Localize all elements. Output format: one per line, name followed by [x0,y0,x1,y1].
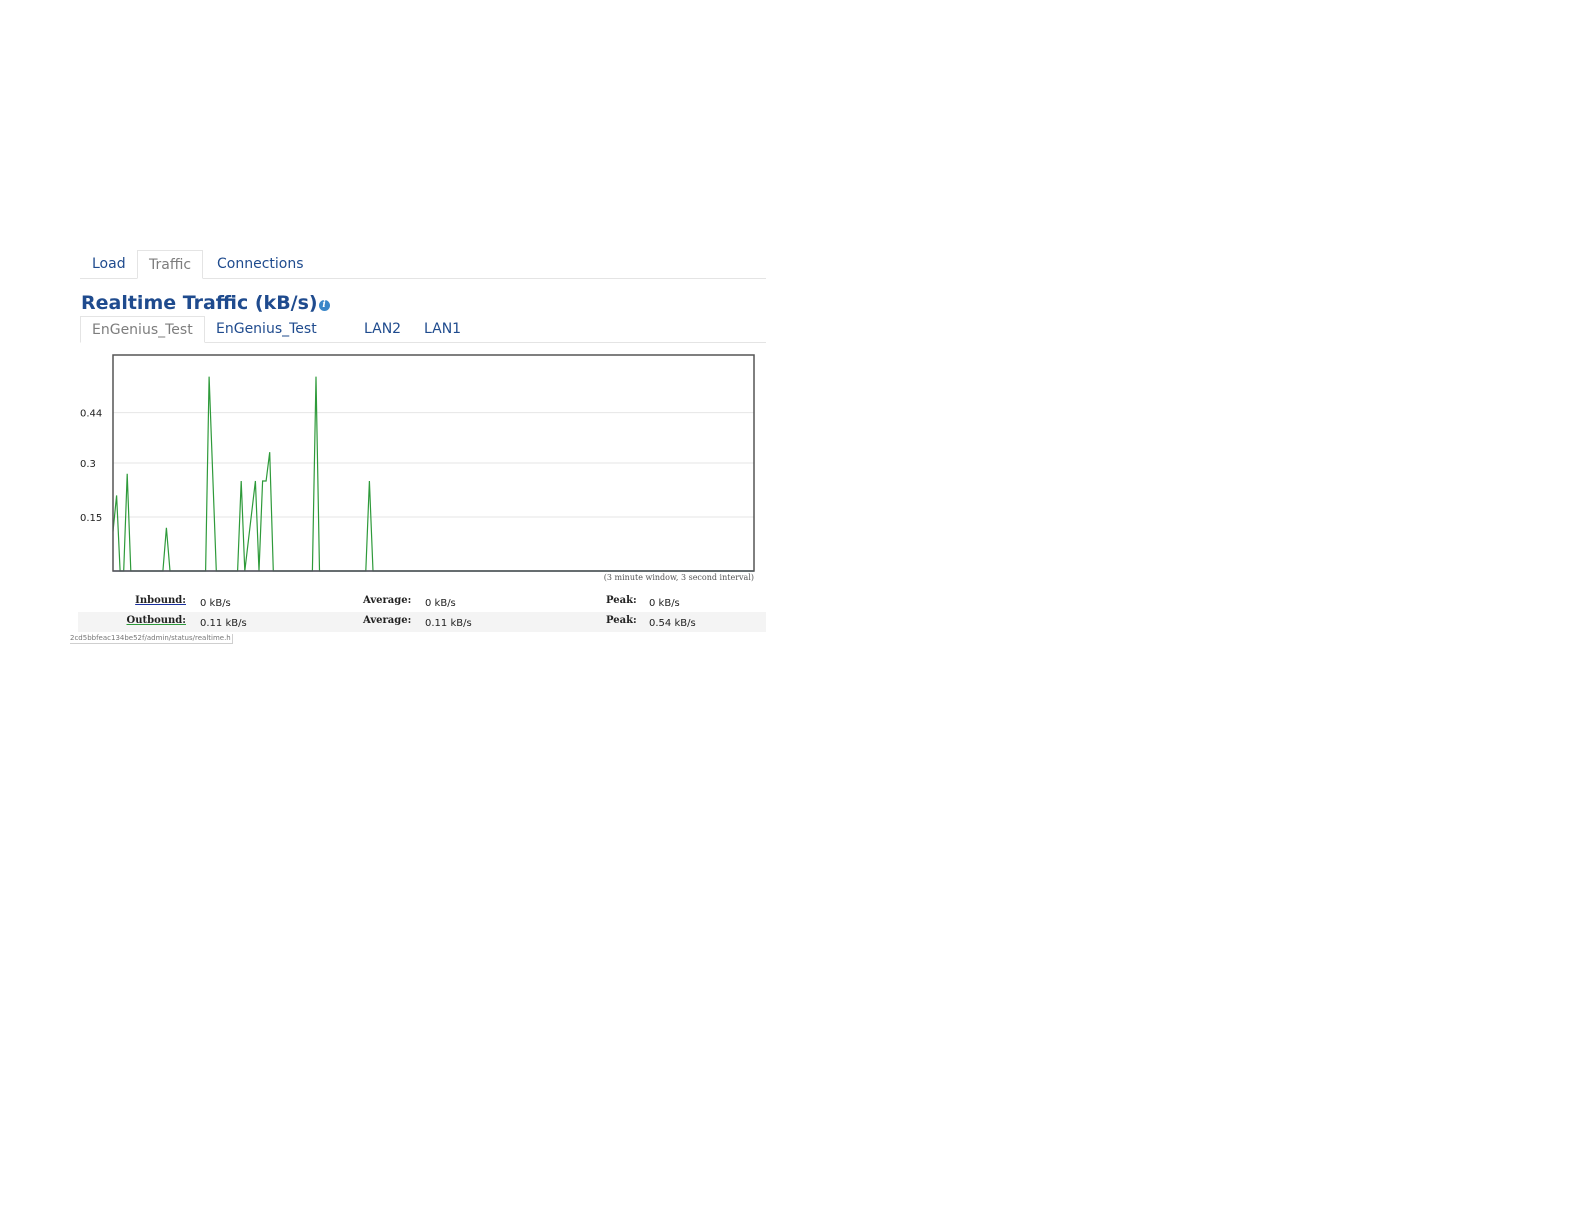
inbound-average-value: 0 kB/s [425,598,456,609]
tab-interface-engenius-test-2[interactable]: EnGenius_Test [216,316,317,342]
tab-traffic[interactable]: Traffic [137,250,204,279]
tab-interface-lan1[interactable]: LAN1 [424,316,461,342]
inbound-current-value: 0 kB/s [200,598,231,609]
realtime-traffic-chart: 0.44 0.3 0.15 (3 minute window, 3 second in… [80,354,755,582]
inbound-peak-value: 0 kB/s [649,598,680,609]
inbound-label: Inbound: [135,595,186,606]
outbound-current-value: 0.11 kB/s [200,618,247,629]
y-tick-label-1: 0.3 [80,459,96,470]
page: Load Traffic Connections Realtime Traffi… [0,0,1584,1224]
traffic-stats: Inbound: 0 kB/s Average: 0 kB/s Peak: 0 … [78,592,766,632]
inbound-stats-row: Inbound: 0 kB/s Average: 0 kB/s Peak: 0 … [78,592,766,612]
outbound-average-value: 0.11 kB/s [425,618,472,629]
outbound-label: Outbound: [126,615,187,626]
outbound-peak-value: 0.54 kB/s [649,618,696,629]
top-tab-bar: Load Traffic Connections [80,250,766,279]
outbound-stats-row: Outbound: 0.11 kB/s Average: 0.11 kB/s P… [78,612,766,632]
interface-tab-bar: EnGenius_Test EnGenius_Test LAN2 LAN1 [80,316,766,343]
tab-load[interactable]: Load [92,250,126,278]
outbound-average-label: Average: [363,615,412,626]
status-bar-url: 2cd5bbfeac134be52f/admin/status/realtime… [70,634,233,644]
y-tick-label-0: 0.44 [80,409,102,420]
inbound-peak-label: Peak: [606,595,637,606]
outbound-peak-label: Peak: [606,615,637,626]
inbound-average-label: Average: [363,595,412,606]
tab-interface-lan2[interactable]: LAN2 [364,316,401,342]
page-title: Realtime Traffic (kB/s) i [81,292,330,314]
info-icon[interactable]: i [318,300,330,311]
tab-connections[interactable]: Connections [217,250,304,278]
chart-window-note: (3 minute window, 3 second interval) [604,573,754,582]
page-title-text: Realtime Traffic (kB/s) [81,292,318,314]
y-tick-label-2: 0.15 [80,513,102,524]
tab-interface-engenius-test-1[interactable]: EnGenius_Test [80,316,205,343]
